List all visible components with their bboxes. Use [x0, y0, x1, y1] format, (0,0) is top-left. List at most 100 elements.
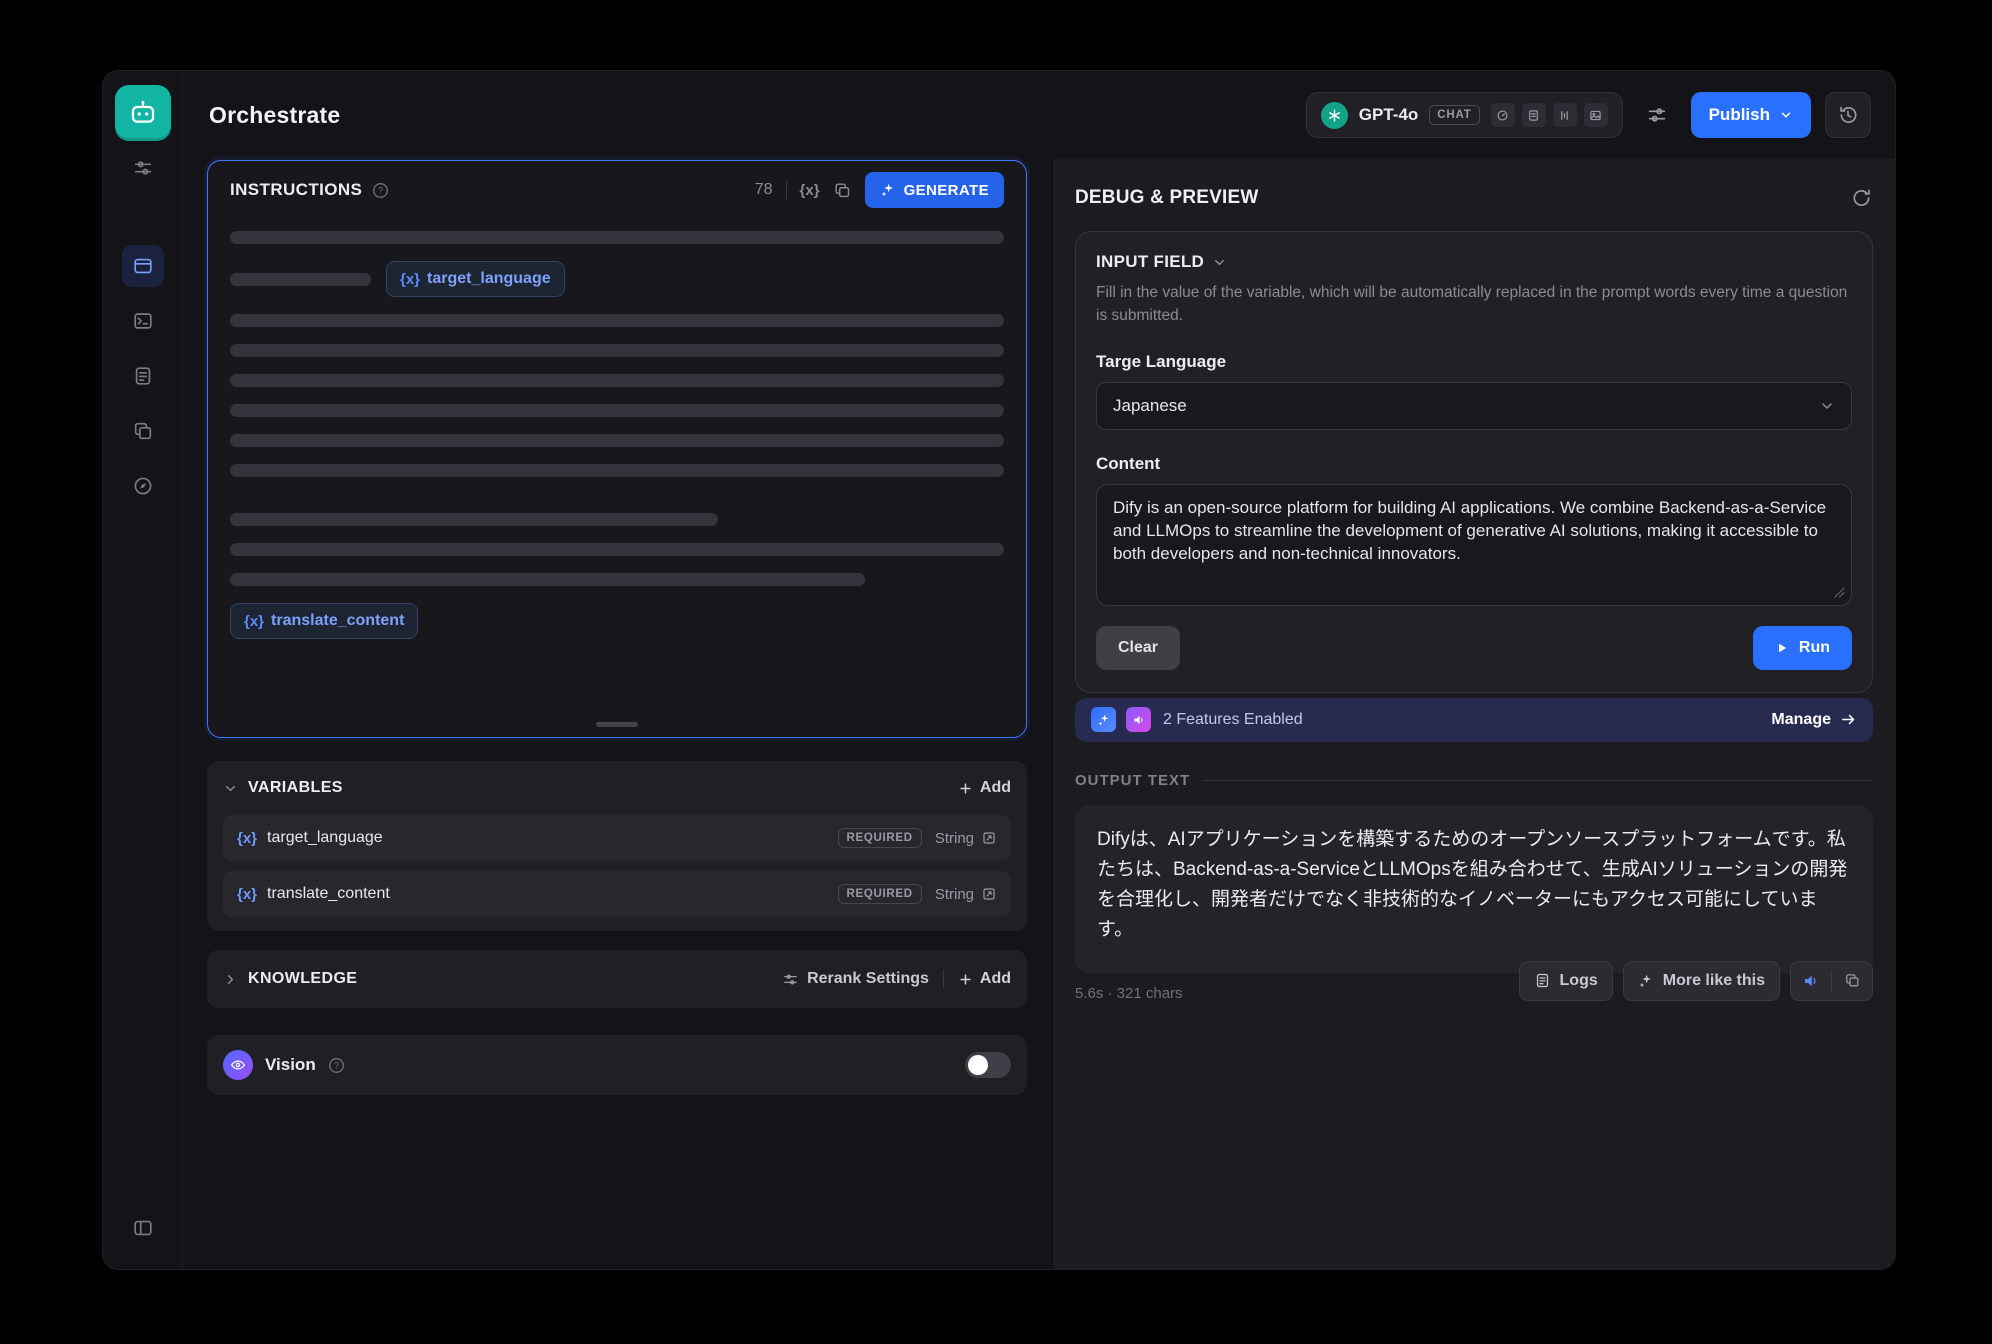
document-icon [1522, 103, 1546, 127]
vision-toggle[interactable] [965, 1052, 1011, 1078]
terminal-icon [132, 310, 154, 332]
window-panel-icon [132, 255, 154, 277]
resize-corner-icon[interactable] [1834, 587, 1845, 598]
model-parameters-button[interactable] [1637, 95, 1677, 135]
skeleton-line [230, 464, 1004, 477]
rerank-label: Rerank Settings [807, 970, 929, 988]
add-variable-button[interactable]: Add [958, 779, 1011, 797]
openai-logo [1321, 102, 1348, 129]
generate-button[interactable]: GENERATE [865, 172, 1004, 208]
input-field-description: Fill in the value of the variable, which… [1096, 281, 1852, 328]
output-text: Difyは、AIアプリケーションを構築するためのオープンソースプラットフォームで… [1097, 825, 1851, 945]
insert-variable-button[interactable]: {x} [800, 182, 820, 199]
edit-type-icon[interactable] [981, 886, 997, 902]
image-icon [1584, 103, 1608, 127]
skeleton-line [230, 344, 1004, 357]
sidebar-item-logs[interactable] [122, 355, 164, 397]
variable-row-translate-content[interactable]: {x} translate_content REQUIRED String [223, 871, 1011, 917]
variable-chip-target-language[interactable]: {x} target_language [386, 261, 565, 297]
variable-glyph: {x} [244, 613, 264, 630]
model-selector[interactable]: GPT-4o CHAT [1306, 92, 1623, 138]
more-like-this-label: More like this [1663, 972, 1765, 990]
instructions-panel[interactable]: INSTRUCTIONS ? 78 {x} [207, 160, 1027, 738]
copy-prompt-button[interactable] [833, 181, 852, 200]
copy-output-button[interactable] [1832, 962, 1872, 1000]
output-text-title: OUTPUT TEXT [1075, 772, 1190, 789]
skeleton-line [230, 231, 1004, 244]
variables-title: VARIABLES [248, 779, 343, 797]
robot-icon [127, 97, 159, 129]
help-icon[interactable]: ? [372, 182, 389, 199]
sliders-icon [1646, 104, 1668, 126]
publish-label: Publish [1709, 105, 1770, 125]
app-logo[interactable] [115, 85, 171, 141]
variable-glyph: {x} [237, 830, 257, 847]
input-field-title: INPUT FIELD [1096, 252, 1204, 272]
document-list-icon [132, 365, 154, 387]
debug-preview-title: DEBUG & PREVIEW [1075, 187, 1259, 209]
skeleton-line [230, 573, 865, 586]
content-textarea[interactable]: Dify is an open-source platform for buil… [1096, 484, 1852, 606]
manage-label: Manage [1771, 711, 1831, 729]
variable-row-target-language[interactable]: {x} target_language REQUIRED String [223, 815, 1011, 861]
required-badge: REQUIRED [838, 884, 922, 904]
arrow-right-icon [1840, 711, 1857, 728]
input-field-panel: INPUT FIELD Fill in the value of the var… [1075, 231, 1873, 693]
sidebar-item-orchestrate[interactable] [122, 245, 164, 287]
sliders-icon [132, 157, 154, 179]
more-like-this-button[interactable]: More like this [1623, 961, 1780, 1001]
more-like-this-feature-icon [1091, 707, 1116, 732]
resize-handle[interactable] [596, 722, 638, 727]
char-count: 78 [755, 181, 773, 199]
svg-text:?: ? [378, 185, 383, 195]
app-header: Orchestrate GPT-4o CHAT [183, 71, 1895, 159]
collapse-sidebar-button[interactable] [122, 1207, 164, 1249]
skeleton-line [230, 374, 1004, 387]
sparkle-icon [880, 182, 896, 198]
publish-button[interactable]: Publish [1691, 92, 1811, 138]
play-audio-button[interactable] [1791, 962, 1831, 1000]
sidebar [103, 71, 183, 1269]
rerank-icon [782, 971, 799, 988]
manage-features-button[interactable]: Manage [1771, 711, 1857, 729]
chevron-down-icon[interactable] [223, 781, 238, 796]
skeleton-line [230, 273, 371, 286]
help-icon[interactable]: ? [328, 1057, 345, 1074]
sidebar-item-settings[interactable] [122, 147, 164, 189]
sidebar-item-annotations[interactable] [122, 410, 164, 452]
input-field-header[interactable]: INPUT FIELD [1096, 252, 1852, 272]
variable-type: String [935, 886, 974, 903]
rerank-settings-button[interactable]: Rerank Settings [782, 970, 929, 988]
required-badge: REQUIRED [838, 828, 922, 848]
compass-icon [132, 475, 154, 497]
variable-chip-translate-content[interactable]: {x} translate_content [230, 603, 418, 639]
skeleton-line [230, 314, 1004, 327]
knowledge-panel: KNOWLEDGE Rerank Settings [207, 950, 1027, 1008]
history-button[interactable] [1825, 92, 1871, 138]
run-button[interactable]: Run [1753, 626, 1852, 670]
restart-debug-button[interactable] [1851, 187, 1873, 209]
vision-panel: Vision ? [207, 1035, 1027, 1095]
chevron-down-icon [1212, 255, 1227, 270]
svg-text:?: ? [334, 1060, 339, 1070]
variable-name: translate_content [267, 885, 390, 903]
history-icon [1837, 104, 1859, 126]
add-knowledge-button[interactable]: Add [958, 970, 1011, 988]
play-icon [1775, 641, 1789, 655]
chevron-right-icon[interactable] [223, 972, 238, 987]
sidebar-item-terminal[interactable] [122, 300, 164, 342]
knowledge-title: KNOWLEDGE [248, 970, 357, 988]
divider [1204, 780, 1873, 781]
variable-glyph: {x} [400, 271, 420, 288]
features-bar[interactable]: 2 Features Enabled Manage [1075, 698, 1873, 742]
debug-preview-pane: DEBUG & PREVIEW INPUT FIELD [1052, 159, 1895, 1269]
logs-icon [1534, 972, 1551, 989]
sidebar-item-monitoring[interactable] [122, 465, 164, 507]
logs-button[interactable]: Logs [1519, 961, 1613, 1001]
chevron-down-icon [1819, 398, 1835, 414]
prompt-editor[interactable]: {x} target_language [208, 219, 1026, 737]
edit-type-icon[interactable] [981, 830, 997, 846]
target-language-select[interactable]: Japanese [1096, 382, 1852, 430]
clear-button[interactable]: Clear [1096, 626, 1180, 670]
output-stats: 5.6s · 321 chars [1075, 985, 1183, 1002]
